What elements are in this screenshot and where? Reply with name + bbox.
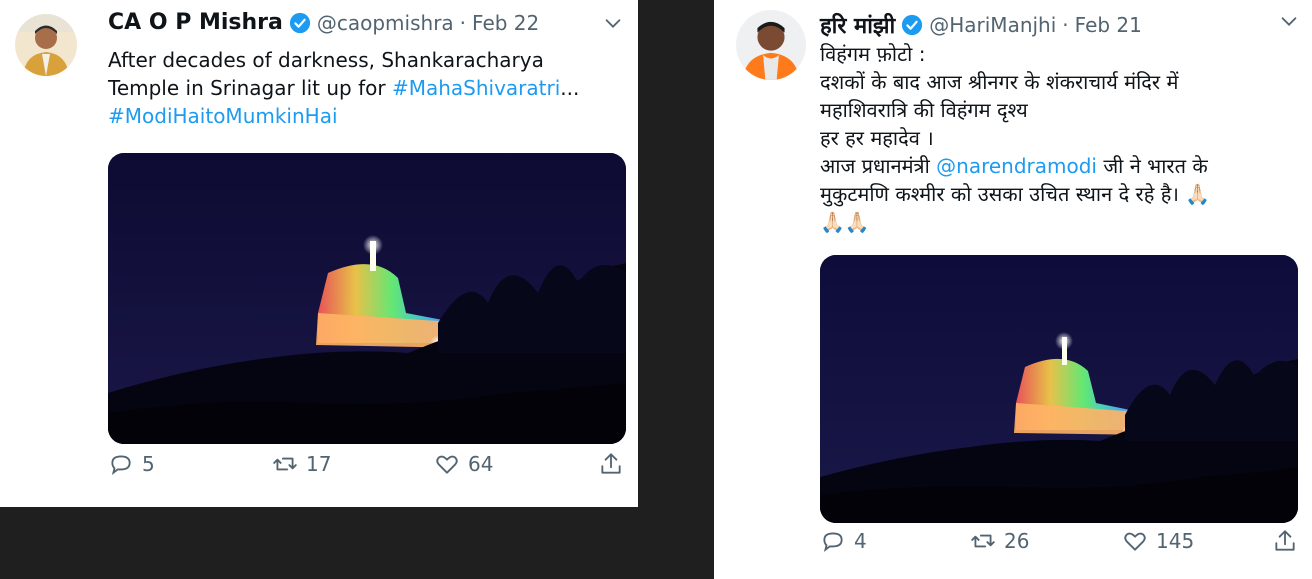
reply-count: 4 [854, 529, 867, 553]
retweet-button[interactable]: 17 [272, 451, 331, 477]
heart-icon [1122, 528, 1148, 554]
reply-button[interactable]: 5 [108, 451, 155, 477]
user-handle[interactable]: @caopmishra [317, 11, 454, 35]
ellipsis: ... [560, 76, 580, 100]
retweet-icon [970, 528, 996, 554]
retweet-icon [272, 451, 298, 477]
heart-icon [434, 451, 460, 477]
separator-dot: · [1062, 13, 1069, 37]
user-handle[interactable]: @HariManjhi [929, 13, 1056, 37]
display-name[interactable]: CA O P Mishra [108, 10, 283, 35]
retweet-button[interactable]: 26 [970, 528, 1029, 554]
tweet-text-line: मुकुटमणि कश्मीर को उसका उचित स्थान दे रह… [820, 182, 1211, 206]
chevron-down-icon[interactable] [1278, 10, 1300, 32]
tweet-text-line: हर हर महादेव । [820, 126, 934, 150]
share-button[interactable] [598, 451, 624, 477]
retweet-count: 26 [1004, 529, 1030, 553]
separator-dot: · [459, 10, 467, 35]
chevron-down-icon[interactable] [602, 12, 624, 34]
tweet-text-line: 🙏🏻🙏🏻 [820, 210, 870, 234]
verified-badge-icon [901, 14, 923, 36]
tweet-date[interactable]: Feb 21 [1075, 13, 1142, 37]
tweet-media-image[interactable] [108, 153, 626, 444]
tweet-header: हरि मांझी @HariManjhi · Feb 21 [820, 10, 1142, 40]
reply-icon [820, 528, 846, 554]
avatar[interactable] [15, 14, 77, 76]
hashtag-link[interactable]: #MahaShivaratri [392, 76, 560, 100]
tweet-text-line: महाशिवरात्रि की विहंगम दृश्य [820, 98, 1028, 122]
share-button[interactable] [1272, 528, 1298, 554]
share-icon [598, 451, 624, 477]
like-count: 64 [468, 452, 494, 476]
share-icon [1272, 528, 1298, 554]
reply-button[interactable]: 4 [820, 528, 867, 554]
retweet-count: 17 [306, 452, 332, 476]
tweet-text: विहंगम फ़ोटो : दशकों के बाद आज श्रीनगर क… [820, 40, 1210, 236]
like-button[interactable]: 64 [434, 451, 493, 477]
like-button[interactable]: 145 [1122, 528, 1194, 554]
display-name[interactable]: हरि मांझी [820, 10, 895, 40]
tweet-media-image[interactable] [820, 255, 1298, 523]
tweet-text-line: After decades of darkness, Shankarachary… [108, 48, 544, 72]
tweet-text-line: आज प्रधानमंत्री @narendramodi जी ने भारत… [820, 152, 1210, 180]
avatar[interactable] [736, 10, 806, 80]
text-segment: जी ने भारत के [1096, 154, 1208, 178]
tweet-text-line: Temple in Srinagar lit up for #MahaShiva… [108, 74, 579, 102]
reply-icon [108, 451, 134, 477]
tweet-card-caopmishra[interactable]: CA O P Mishra @caopmishra · Feb 22 After… [0, 0, 638, 507]
hashtag-link[interactable]: #ModiHaitoMumkinHai [108, 104, 338, 128]
tweet-text-line: विहंगम फ़ोटो : [820, 42, 926, 66]
tweet-text-line: #ModiHaitoMumkinHai [108, 102, 579, 130]
reply-count: 5 [142, 452, 155, 476]
text-segment: आज प्रधानमंत्री [820, 154, 937, 178]
tweet-header: CA O P Mishra @caopmishra · Feb 22 [108, 10, 539, 35]
verified-badge-icon [289, 12, 311, 34]
mention-link[interactable]: @narendramodi [936, 154, 1097, 178]
tweet-text-line: दशकों के बाद आज श्रीनगर के शंकराचार्य मं… [820, 70, 1179, 94]
tweet-card-harimanjhi[interactable]: हरि मांझी @HariManjhi · Feb 21 विहंगम फ़… [714, 0, 1312, 579]
text-segment: Temple in Srinagar lit up for [108, 76, 392, 100]
like-count: 145 [1156, 529, 1195, 553]
tweet-text: After decades of darkness, Shankarachary… [108, 46, 579, 130]
tweet-date[interactable]: Feb 22 [472, 11, 539, 35]
